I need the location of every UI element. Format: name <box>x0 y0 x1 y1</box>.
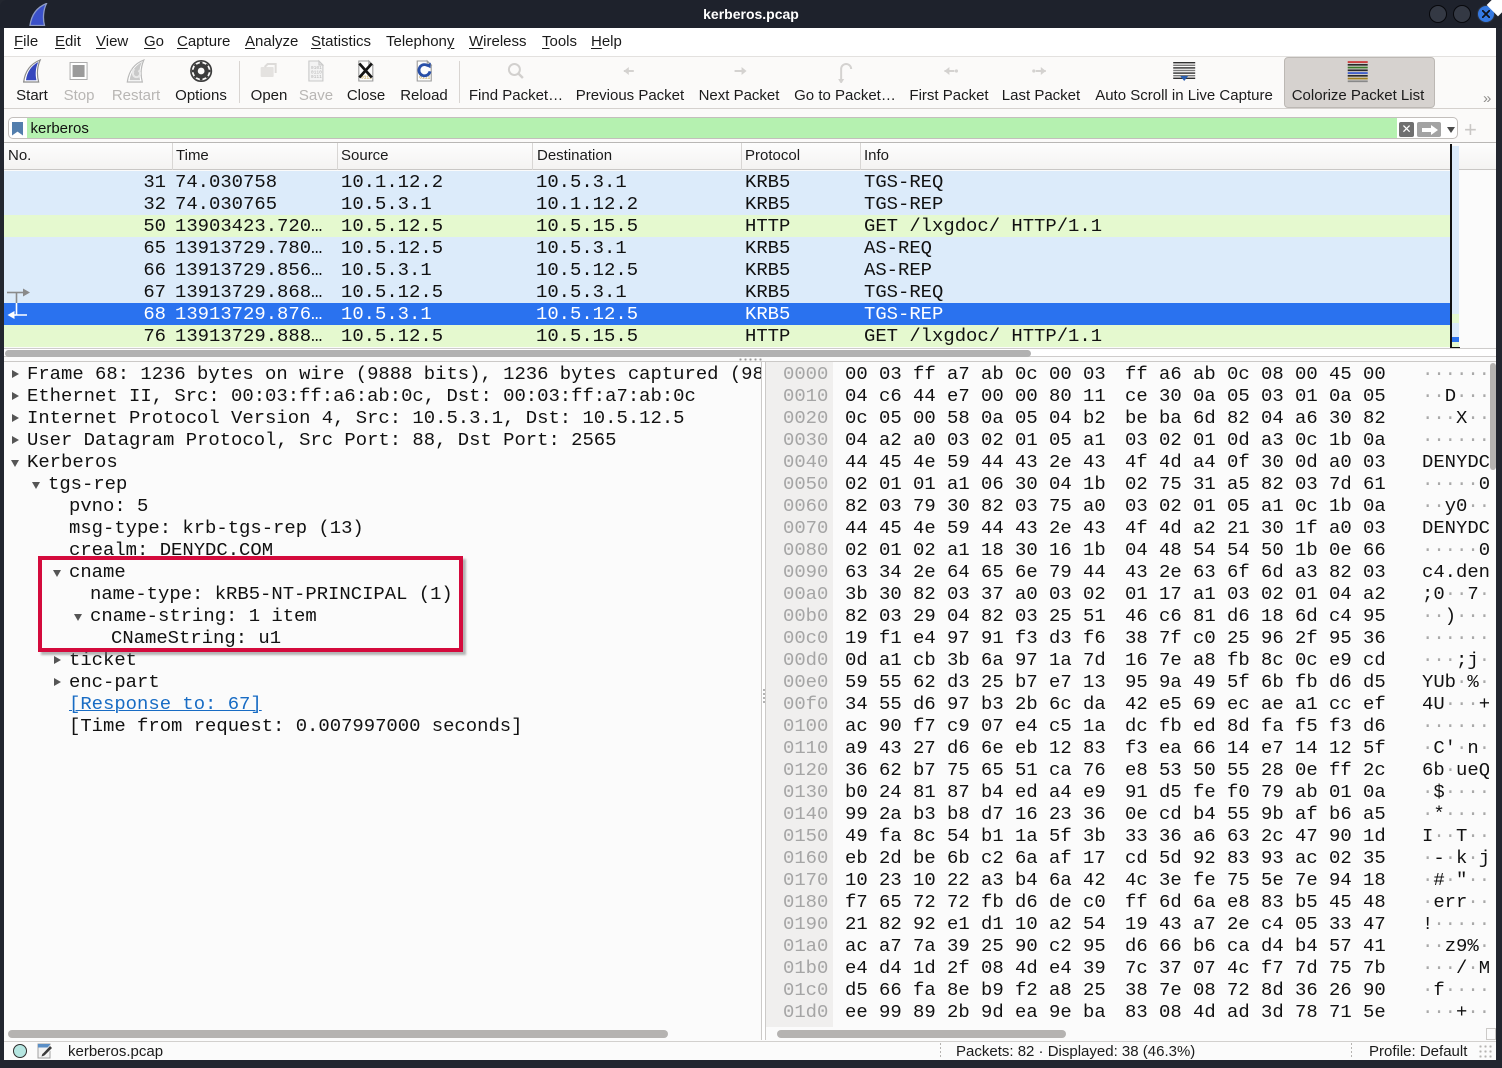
svg-text:0111: 0111 <box>311 74 322 80</box>
